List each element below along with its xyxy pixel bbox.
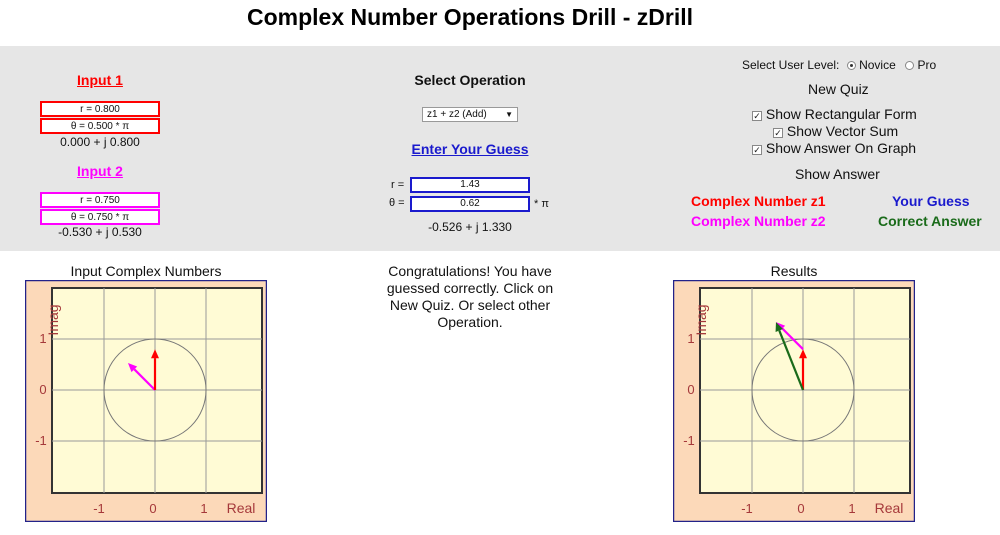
- show-rect-row: ✓ Show Rectangular Form: [752, 106, 917, 122]
- legend-z1: Complex Number z1: [691, 193, 826, 209]
- result-message: Congratulations! You have guessed correc…: [386, 263, 554, 330]
- guess-theta-unit: * π: [534, 198, 549, 210]
- operation-select-value: z1 + z2 (Add): [427, 109, 487, 120]
- pro-label: Pro: [917, 58, 937, 72]
- user-level-row: Select User Level: Novice Pro: [742, 58, 936, 72]
- guess-theta-label: θ =: [389, 197, 405, 209]
- input2-title: Input 2: [77, 163, 123, 179]
- input2-rect-form: -0.530 + j 0.530: [58, 225, 142, 239]
- right-x-axis-label: Real: [875, 500, 904, 516]
- left-x-tick: 1: [200, 501, 207, 516]
- left-y-tick: 1: [39, 331, 46, 346]
- show-answer-graph-label: Show Answer On Graph: [765, 140, 917, 156]
- guess-r-input[interactable]: 1.43: [410, 177, 530, 193]
- control-panel: Input 1 r = 0.800 θ = 0.500 * π 0.000 + …: [0, 46, 1000, 251]
- left-y-tick: 0: [39, 382, 46, 397]
- show-vector-sum-row: ✓ Show Vector Sum: [773, 123, 898, 139]
- legend-correct-answer: Correct Answer: [878, 213, 982, 229]
- show-vector-sum-label: Show Vector Sum: [786, 123, 899, 139]
- right-x-tick: -1: [741, 501, 753, 516]
- left-x-tick: 0: [149, 501, 156, 516]
- page-title: Complex Number Operations Drill - zDrill: [246, 4, 694, 30]
- left-x-tick: -1: [93, 501, 105, 516]
- input1-theta-field[interactable]: θ = 0.500 * π: [40, 118, 160, 134]
- right-y-tick: 0: [687, 382, 694, 397]
- show-vector-sum-checkbox[interactable]: ✓: [773, 128, 783, 138]
- left-x-axis-label: Real: [227, 500, 256, 516]
- show-rect-checkbox[interactable]: ✓: [752, 111, 762, 121]
- right-x-tick: 0: [797, 501, 804, 516]
- show-rect-label: Show Rectangular Form: [765, 106, 917, 122]
- input1-title: Input 1: [77, 72, 123, 88]
- right-y-axis-label: Imag: [693, 304, 709, 335]
- new-quiz-button[interactable]: New Quiz: [808, 81, 869, 97]
- input2-theta-field[interactable]: θ = 0.750 * π: [40, 209, 160, 225]
- operation-select[interactable]: z1 + z2 (Add) ▼: [422, 107, 518, 122]
- input-graph: Imag 1 0 -1 -1 0 1 Real: [25, 280, 267, 522]
- novice-radio[interactable]: [846, 61, 856, 70]
- right-y-tick: -1: [683, 433, 695, 448]
- show-answer-graph-checkbox[interactable]: ✓: [752, 145, 762, 155]
- show-answer-graph-row: ✓ Show Answer On Graph: [752, 140, 916, 156]
- right-y-tick: 1: [687, 331, 694, 346]
- select-operation-title: Select Operation: [414, 72, 526, 88]
- input1-r-field[interactable]: r = 0.800: [40, 101, 160, 117]
- chevron-down-icon: ▼: [505, 110, 513, 119]
- right-x-tick: 1: [848, 501, 855, 516]
- user-level-label: Select User Level:: [742, 58, 840, 72]
- right-graph-title: Results: [770, 263, 818, 279]
- guess-rect-form: -0.526 + j 1.330: [428, 220, 512, 234]
- guess-r-label: r =: [391, 179, 405, 191]
- enter-guess-title: Enter Your Guess: [411, 141, 529, 157]
- input2-r-field[interactable]: r = 0.750: [40, 192, 160, 208]
- novice-label: Novice: [859, 58, 896, 72]
- left-y-tick: -1: [35, 433, 47, 448]
- legend-your-guess: Your Guess: [892, 193, 970, 209]
- left-y-axis-label: Imag: [45, 304, 61, 335]
- show-answer-button[interactable]: Show Answer: [795, 166, 880, 182]
- guess-theta-input[interactable]: 0.62: [410, 196, 530, 212]
- pro-radio[interactable]: [905, 61, 915, 70]
- left-graph-title: Input Complex Numbers: [70, 263, 222, 279]
- input1-rect-form: 0.000 + j 0.800: [60, 135, 140, 149]
- results-graph: Imag 1 0 -1 -1 0 1 Real: [673, 280, 915, 522]
- legend-z2: Complex Number z2: [691, 213, 826, 229]
